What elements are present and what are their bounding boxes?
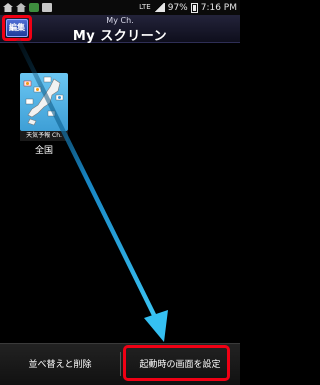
guide-arrow-icon [16, 38, 168, 342]
